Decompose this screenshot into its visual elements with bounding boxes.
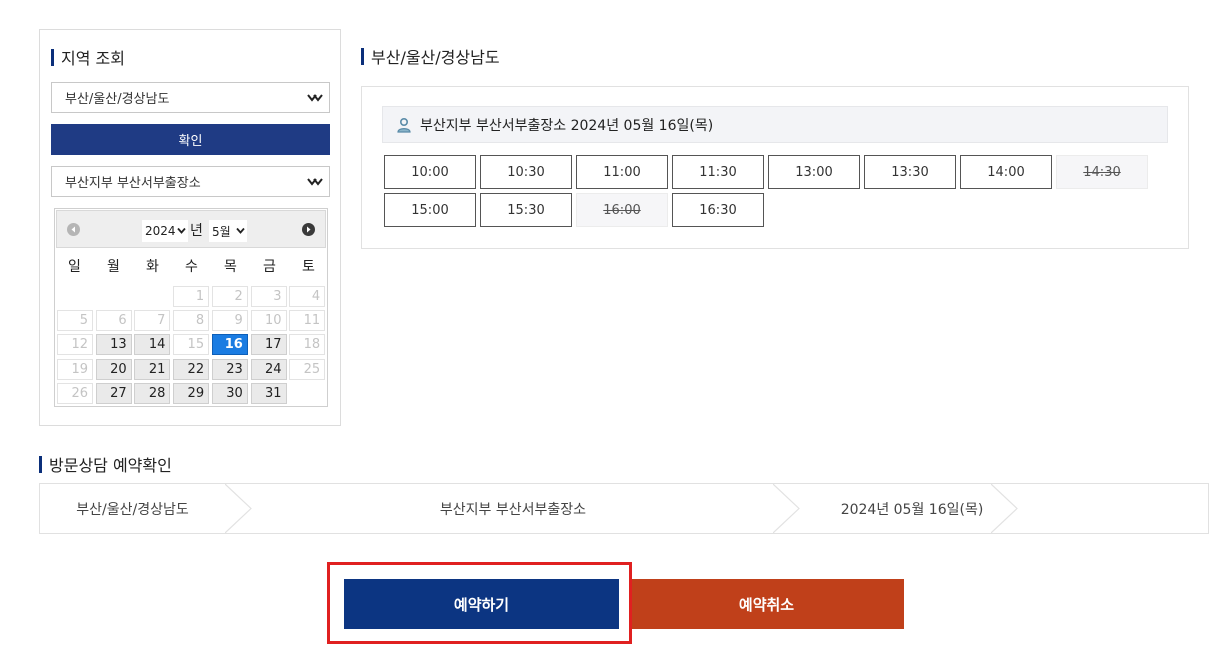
time-slot[interactable]: 14:00 xyxy=(960,155,1052,189)
chevron-down-icon xyxy=(307,94,323,102)
chevron-down-icon xyxy=(307,178,323,186)
calendar-day: 11 xyxy=(289,310,326,332)
calendar-day: 18 xyxy=(289,334,326,356)
reserve-button[interactable]: 예약하기 xyxy=(344,579,619,629)
next-month-button[interactable] xyxy=(302,223,315,236)
selected-info-bar: 부산지부 부산서부출장소 2024년 05월 16일(목) xyxy=(382,106,1168,143)
calendar-day: 1 xyxy=(173,286,210,307)
month-select[interactable]: 5월 xyxy=(209,220,247,242)
summary-time xyxy=(1019,484,1209,533)
time-slot[interactable]: 10:00 xyxy=(384,155,476,189)
calendar-day[interactable]: 27 xyxy=(95,382,132,404)
calendar-day[interactable]: 31 xyxy=(250,382,287,404)
calendar-day: 19 xyxy=(57,358,93,380)
cancel-reservation-button[interactable]: 예약취소 xyxy=(629,579,904,629)
selected-info-text: 부산지부 부산서부출장소 2024년 05월 16일(목) xyxy=(420,117,714,134)
date-calendar: 2024 년 5월 일월화수목금토 1 2 3 4 5 6 7 8 9 10 11 12 13 14 15 1… xyxy=(54,208,328,407)
year-suffix: 년 xyxy=(190,223,203,239)
region-search-title: 지역 조회 xyxy=(51,45,125,69)
time-slot[interactable]: 10:30 xyxy=(480,155,572,189)
prev-month-button[interactable] xyxy=(67,223,80,236)
calendar-day[interactable]: 21 xyxy=(134,358,171,380)
calendar-day[interactable]: 20 xyxy=(95,358,132,380)
calendar-day: 26 xyxy=(57,382,93,404)
chevron-right-icon xyxy=(991,484,1018,533)
calendar-day[interactable]: 14 xyxy=(134,334,171,356)
time-slot[interactable]: 13:30 xyxy=(864,155,956,189)
calendar-day[interactable]: 23 xyxy=(211,358,248,380)
time-slot[interactable]: 15:30 xyxy=(480,193,572,227)
calendar-day: 4 xyxy=(289,286,326,307)
chevron-right-icon xyxy=(225,484,252,533)
calendar-day: 8 xyxy=(173,310,210,332)
calendar-day[interactable]: 24 xyxy=(250,358,287,380)
summary-region: 부산/울산/경상남도 xyxy=(76,501,189,518)
calendar-day: 25 xyxy=(289,358,326,380)
region-select[interactable]: 부산/울산/경상남도 xyxy=(51,82,330,113)
chevron-left-icon xyxy=(71,226,75,233)
calendar-day[interactable]: 28 xyxy=(134,382,171,404)
year-select[interactable]: 2024 xyxy=(142,220,188,242)
person-icon xyxy=(397,117,411,133)
weekday-label: 일 xyxy=(68,259,81,275)
chevron-down-icon xyxy=(236,227,245,234)
calendar-day: 15 xyxy=(173,334,210,356)
time-slot-panel: 부산지부 부산서부출장소 2024년 05월 16일(목) 10:00 10:30… xyxy=(361,86,1189,249)
schedule-region-title: 부산/울산/경상남도 xyxy=(361,44,500,68)
calendar-day: 10 xyxy=(250,310,287,332)
calendar-day: 12 xyxy=(57,334,93,356)
confirm-button[interactable]: 확인 xyxy=(51,124,330,155)
chevron-right-icon xyxy=(307,226,311,233)
time-slot[interactable]: 11:30 xyxy=(672,155,764,189)
calendar-day[interactable]: 30 xyxy=(211,382,248,404)
confirmation-title: 방문상담 예약확인 xyxy=(39,452,172,476)
calendar-day: 9 xyxy=(211,310,248,332)
reservation-summary: 부산/울산/경상남도 부산지부 부산서부출장소 2024년 05월 16일(목) xyxy=(39,483,1209,534)
chevron-right-icon xyxy=(773,484,800,533)
calendar-day: 5 xyxy=(57,310,93,332)
weekday-label: 금 xyxy=(263,259,276,275)
time-slot[interactable]: 11:00 xyxy=(576,155,668,189)
weekday-label: 목 xyxy=(224,259,237,275)
time-slot-unavailable: 14:30 xyxy=(1056,155,1148,189)
weekday-label: 화 xyxy=(146,259,159,275)
chevron-down-icon xyxy=(177,227,186,234)
time-slot-unavailable: 16:00 xyxy=(576,193,668,227)
calendar-day[interactable]: 29 xyxy=(173,382,210,404)
calendar-day[interactable]: 22 xyxy=(173,358,210,380)
calendar-day[interactable]: 13 xyxy=(95,334,132,356)
weekday-label: 토 xyxy=(302,259,315,275)
time-slot[interactable]: 13:00 xyxy=(768,155,860,189)
time-slot[interactable]: 15:00 xyxy=(384,193,476,227)
weekday-label: 수 xyxy=(185,259,198,275)
summary-office: 부산지부 부산서부출장소 xyxy=(439,501,587,518)
calendar-header: 2024 년 5월 xyxy=(56,210,326,248)
time-slot[interactable]: 16:30 xyxy=(672,193,764,227)
weekday-label: 월 xyxy=(107,259,120,275)
calendar-day[interactable]: 17 xyxy=(250,334,287,356)
region-search-panel: 지역 조회 부산/울산/경상남도 확인 부산지부 부산서부출장소 2024 년 xyxy=(39,29,341,426)
calendar-day: 2 xyxy=(211,286,248,307)
calendar-day: 3 xyxy=(250,286,287,307)
weekday-header: 일월화수목금토 xyxy=(55,256,329,276)
office-select[interactable]: 부산지부 부산서부출장소 xyxy=(51,166,330,197)
calendar-day-selected[interactable]: 16 xyxy=(211,334,248,356)
calendar-day: 7 xyxy=(134,310,171,332)
summary-date: 2024년 05월 16일(목) xyxy=(840,501,984,518)
calendar-day: 6 xyxy=(95,310,132,332)
